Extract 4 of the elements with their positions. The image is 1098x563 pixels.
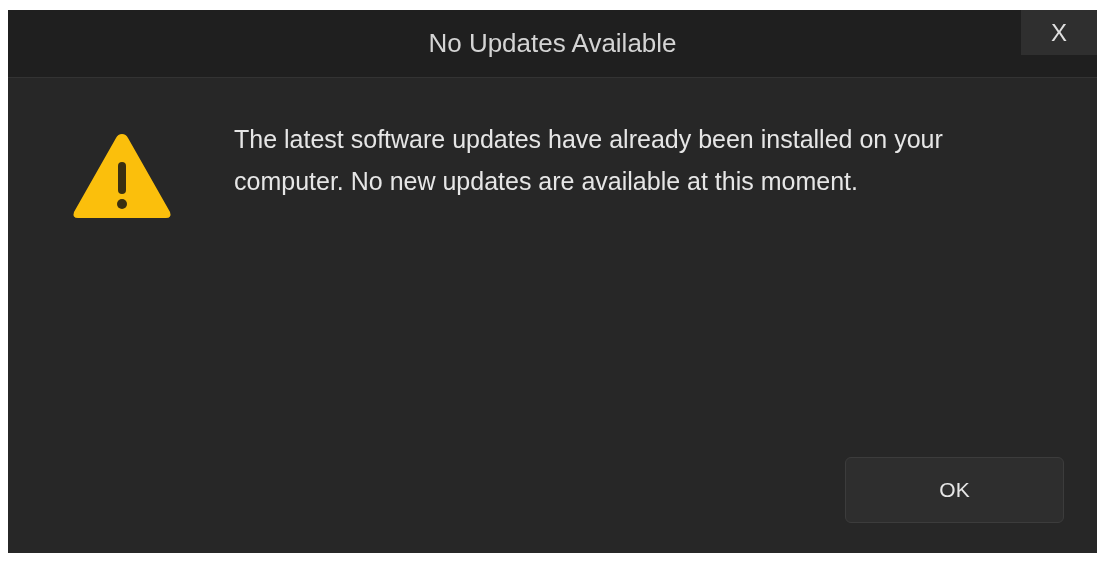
- message-text: The latest software updates have already been installed on your computer. No new updates are available at this moment.: [234, 124, 944, 197]
- close-button[interactable]: X: [1021, 10, 1097, 55]
- window-title: No Updates Available: [428, 27, 677, 60]
- ok-button[interactable]: OK: [845, 457, 1064, 523]
